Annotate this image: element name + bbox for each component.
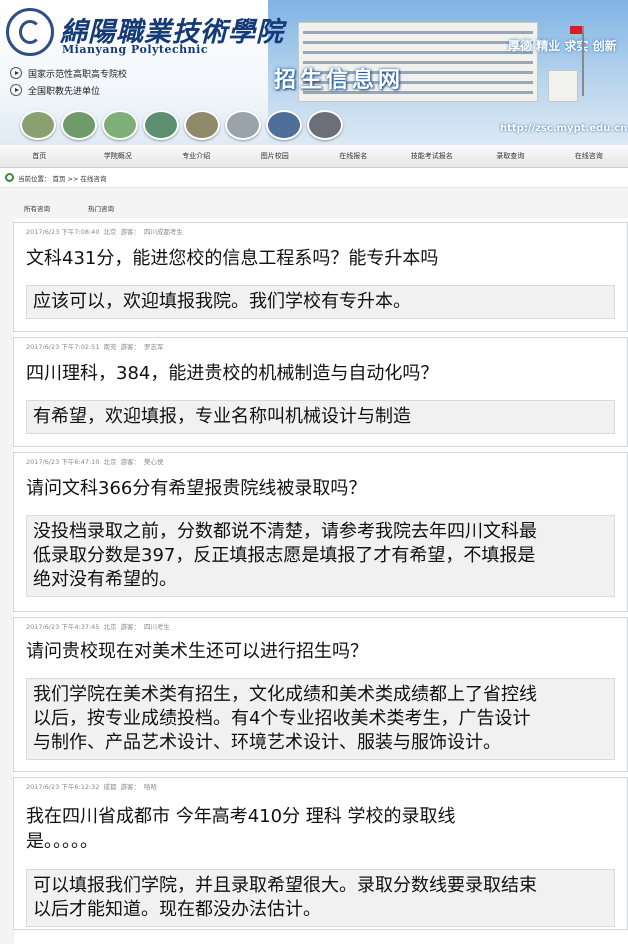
play-icon <box>10 67 22 79</box>
consult-card: 2017/6/23 下午6:47:10 北京 游客： 樊心悦 请问文科366分有希望报… <box>13 452 628 612</box>
consult-question: 我在四川省成都市 今年高考410分 理科 学校的录取线 是。。。。。 <box>26 806 456 852</box>
consult-answer: 可以填报我们学院，并且录取希望很大。录取分数线要录取结束 以后才能知道。现在都没… <box>26 869 615 927</box>
tab-all[interactable]: 所有咨询 <box>24 203 50 213</box>
consult-question: 请问贵校现在对美术生还可以进行招生吗？ <box>26 641 368 662</box>
consult-meta: 2017/6/23 下午4:37:45 北京 游客： 四川考生 <box>26 623 170 631</box>
consult-card: 2017/6/23 下午4:37:45 北京 游客： 四川考生 请问贵校现在对美术生还… <box>13 617 628 772</box>
campus-thumb[interactable] <box>61 110 97 140</box>
consult-question: 四川理科，384，能进贵校的机械制造与自动化吗？ <box>26 363 439 384</box>
location-icon <box>5 173 14 182</box>
consult-answer: 应该可以，欢迎填报我院。我们学校有专升本。 <box>26 285 615 319</box>
consult-question: 文科431分，能进您校的信息工程系吗？能专升本吗 <box>26 248 439 269</box>
consult-meta: 2017/6/23 下午7:08:40 北京 游客： 四川成都考生 <box>26 228 183 236</box>
consult-tabs: 所有咨询 热门咨询 <box>10 203 620 217</box>
consult-answer: 我们学院在美术类有招生，文化成绩和美术类成绩都上了省控线 以后，按专业成绩投档。… <box>26 678 615 760</box>
nav-about[interactable]: 学院概况 <box>79 145 158 167</box>
school-name-en: Mianyang Polytechnic <box>62 43 209 56</box>
nav-home[interactable]: 首页 <box>0 145 79 167</box>
flag-icon <box>570 26 582 34</box>
breadcrumb: 当前位置： 首页 >> 在线咨询 <box>18 175 107 183</box>
nav-admission-query[interactable]: 录取查询 <box>471 145 550 167</box>
consult-card: 2017/6/23 下午6:12:32 成都 游客： 哈哈 我在四川省成都市 今年高考… <box>13 777 628 930</box>
nav-gallery[interactable]: 图片校园 <box>236 145 315 167</box>
campus-thumb[interactable] <box>225 110 261 140</box>
slogan: 厚德 精业 求实 创新 <box>508 39 617 53</box>
nav-online-consult[interactable]: 在线咨询 <box>550 145 628 167</box>
consult-meta: 2017/6/23 下午6:12:32 成都 游客： 哈哈 <box>26 783 157 791</box>
play-icon <box>10 84 22 96</box>
consult-card: 2017/6/23 下午7:02:51 南充 游客： 罗志军 四川理科，384，能进贵… <box>13 337 628 447</box>
breadcrumb-bar: 当前位置： 首页 >> 在线咨询 <box>0 168 628 188</box>
nav-majors[interactable]: 专业介绍 <box>157 145 236 167</box>
site-url[interactable]: http://zsc.mypt.edu.cn <box>500 123 627 134</box>
consult-meta: 2017/6/23 下午6:47:10 北京 游客： 樊心悦 <box>26 458 164 466</box>
campus-thumb[interactable] <box>143 110 179 140</box>
main-nav: 首页 学院概况 专业介绍 图片校园 在线报名 技能考试报名 录取查询 在线咨询 <box>0 145 628 168</box>
school-logo <box>6 8 54 56</box>
consult-question: 请问文科366分有希望报贵院线被录取吗？ <box>26 478 367 499</box>
nav-online-apply[interactable]: 在线报名 <box>314 145 393 167</box>
campus-thumb[interactable] <box>20 110 56 140</box>
campus-thumb[interactable] <box>307 110 343 140</box>
section-title: 招生信息网 <box>274 68 405 93</box>
site-banner: 綿陽職業技術學院 Mianyang Polytechnic 国家示范性高职高专院… <box>0 0 628 145</box>
honor-1: 国家示范性高职高专院校 <box>10 67 127 80</box>
breadcrumb-home[interactable]: 首页 <box>53 175 66 183</box>
campus-thumb[interactable] <box>266 110 302 140</box>
campus-thumb[interactable] <box>102 110 138 140</box>
consult-answer: 有希望，欢迎填报，专业名称叫机械设计与制造 <box>26 400 615 434</box>
campus-thumb[interactable] <box>184 110 220 140</box>
flag-pole <box>582 26 584 96</box>
honor-2: 全国职教先进单位 <box>10 84 100 97</box>
consult-meta: 2017/6/23 下午7:02:51 南充 游客： 罗志军 <box>26 343 164 351</box>
nav-skill-exam[interactable]: 技能考试报名 <box>393 145 472 167</box>
campus-building-small <box>548 70 578 102</box>
consult-answer: 没投档录取之前，分数都说不清楚，请参考我院去年四川文科最 低录取分数是397，反… <box>26 515 615 597</box>
consult-card: 2017/6/23 下午7:08:40 北京 游客： 四川成都考生 文科431分，能进… <box>13 222 628 332</box>
tab-popular[interactable]: 热门咨询 <box>88 203 114 213</box>
